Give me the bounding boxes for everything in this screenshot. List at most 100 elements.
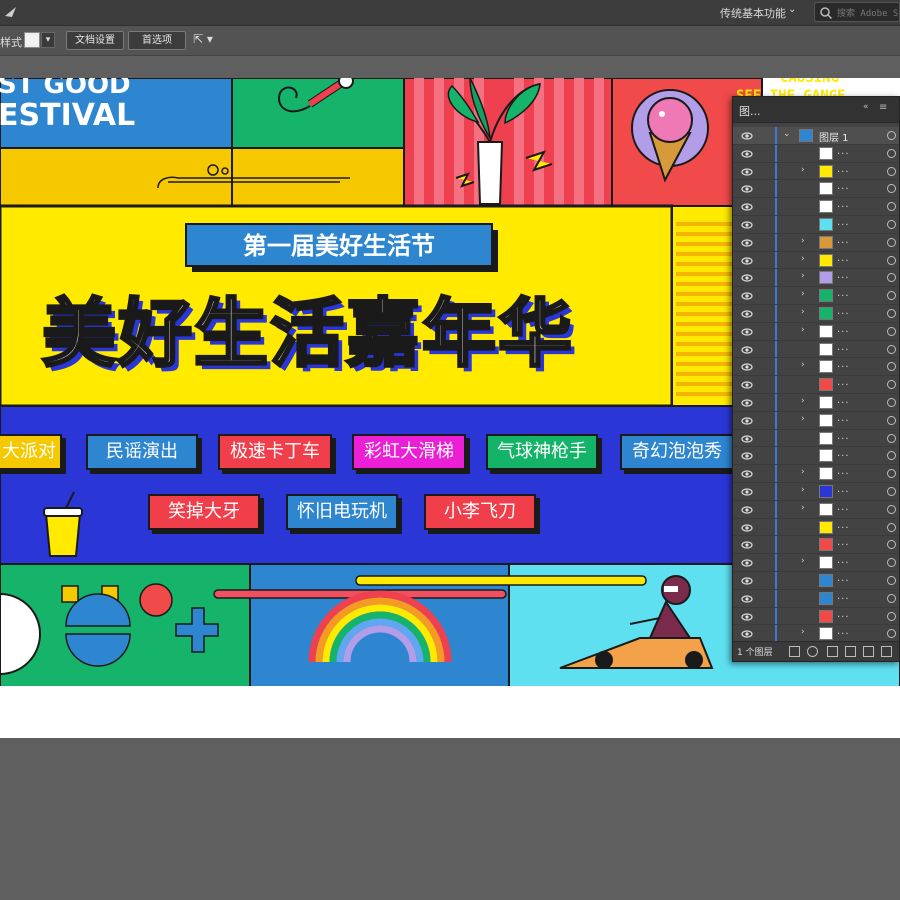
layer-name-truncated[interactable]: ... xyxy=(837,217,850,228)
chevron-right-icon[interactable]: › xyxy=(801,485,805,495)
layer-row[interactable]: ›... xyxy=(733,393,899,412)
layer-name-truncated[interactable]: ... xyxy=(837,288,850,299)
eye-icon[interactable] xyxy=(741,183,753,195)
chevron-right-icon[interactable]: › xyxy=(801,396,805,406)
layer-row[interactable]: ... xyxy=(733,429,899,448)
collapse-icon[interactable]: « xyxy=(863,102,869,112)
target-icon[interactable] xyxy=(887,522,896,532)
eye-icon[interactable] xyxy=(741,468,753,480)
layer-name-truncated[interactable]: ... xyxy=(837,555,850,566)
eye-icon[interactable] xyxy=(741,308,753,320)
search-input[interactable]: 搜索 Adobe Stock xyxy=(814,2,900,22)
layer-row[interactable]: ›... xyxy=(733,554,899,572)
target-icon[interactable] xyxy=(887,344,896,354)
layer-name-truncated[interactable]: ... xyxy=(837,235,850,246)
layer-name-truncated[interactable]: ... xyxy=(837,484,850,495)
eye-icon[interactable] xyxy=(741,522,753,534)
eye-icon[interactable] xyxy=(741,219,753,231)
target-icon[interactable] xyxy=(887,380,896,390)
eye-icon[interactable] xyxy=(741,397,753,409)
eye-icon[interactable] xyxy=(741,628,753,640)
layer-name-truncated[interactable]: ... xyxy=(837,164,850,175)
trash-icon[interactable] xyxy=(881,646,892,657)
layer-row[interactable]: ›... xyxy=(733,269,899,288)
target-icon[interactable] xyxy=(887,629,896,639)
layer-row[interactable]: ... xyxy=(733,376,899,394)
eye-icon[interactable] xyxy=(741,290,753,302)
workspace-switcher[interactable]: 传统基本功能 xyxy=(720,5,786,21)
chevron-right-icon[interactable]: › xyxy=(801,360,805,370)
eye-icon[interactable] xyxy=(741,433,753,445)
layer-row[interactable]: ›... xyxy=(733,162,899,181)
target-icon[interactable] xyxy=(887,202,896,212)
chevron-right-icon[interactable]: › xyxy=(801,503,805,513)
layer-name-truncated[interactable]: ... xyxy=(837,342,850,353)
target-icon[interactable] xyxy=(887,451,896,461)
target-icon[interactable] xyxy=(887,131,896,140)
layer-name-truncated[interactable]: ... xyxy=(837,626,850,637)
chevron-right-icon[interactable]: › xyxy=(801,289,805,299)
layers-panel[interactable]: 图... « ≡ ⌄ 图层 1 ... ›............ ›... ›...… xyxy=(732,96,900,662)
eye-icon[interactable] xyxy=(741,201,753,213)
target-icon[interactable] xyxy=(887,504,896,514)
layer-name-truncated[interactable]: ... xyxy=(837,324,850,335)
target-icon[interactable] xyxy=(887,184,896,194)
eye-icon[interactable] xyxy=(741,486,753,498)
eye-icon[interactable] xyxy=(741,148,753,160)
layer-name-truncated[interactable]: ... xyxy=(837,270,850,281)
layer-name[interactable]: 图层 1 xyxy=(819,129,849,144)
layer-row[interactable]: ... xyxy=(733,215,899,234)
layer-row[interactable]: ... xyxy=(733,589,899,608)
layer-row[interactable]: ›... xyxy=(733,304,899,323)
chevron-right-icon[interactable]: › xyxy=(801,556,805,566)
eye-icon[interactable] xyxy=(741,344,753,356)
eye-icon[interactable] xyxy=(741,326,753,338)
eye-icon[interactable] xyxy=(741,593,753,605)
layer-name-truncated[interactable]: ... xyxy=(837,609,850,620)
eye-icon[interactable] xyxy=(741,504,753,516)
layer-row[interactable]: ... xyxy=(733,198,899,216)
eye-icon[interactable] xyxy=(741,575,753,587)
new-layer-icon[interactable] xyxy=(863,646,874,657)
eye-icon[interactable] xyxy=(741,272,753,284)
layer-row[interactable]: ›... xyxy=(733,500,899,519)
target-icon[interactable] xyxy=(887,558,896,568)
layer-row[interactable]: ›... xyxy=(733,233,899,252)
layer-row[interactable]: ... xyxy=(733,144,899,163)
eye-icon[interactable] xyxy=(741,450,753,462)
chevron-down-icon[interactable]: ⌄ xyxy=(788,4,796,15)
eye-icon[interactable] xyxy=(741,166,753,178)
target-icon[interactable] xyxy=(887,433,896,443)
target-icon[interactable] xyxy=(887,415,896,425)
chevron-right-icon[interactable]: › xyxy=(801,414,805,424)
target-icon[interactable] xyxy=(887,308,896,318)
layer-name-truncated[interactable]: ... xyxy=(837,395,850,406)
target-icon[interactable] xyxy=(887,540,896,550)
layer-name-truncated[interactable]: ... xyxy=(837,253,850,264)
layer-row[interactable]: ›... xyxy=(733,251,899,270)
layer-name-truncated[interactable]: ... xyxy=(837,591,850,602)
target-icon[interactable] xyxy=(887,593,896,603)
target-icon[interactable] xyxy=(887,255,896,265)
eye-icon[interactable] xyxy=(741,255,753,267)
chevron-right-icon[interactable]: › xyxy=(801,236,805,246)
chevron-down-icon[interactable]: ⌄ xyxy=(783,129,791,139)
target-icon[interactable] xyxy=(887,611,896,621)
target-icon[interactable] xyxy=(887,148,896,158)
target-icon[interactable] xyxy=(887,575,896,585)
layer-row[interactable]: ›... xyxy=(733,322,899,341)
export-icon[interactable] xyxy=(789,646,800,657)
layer-row[interactable]: ... xyxy=(733,536,899,555)
target-icon[interactable] xyxy=(887,166,896,176)
layer-list[interactable]: ⌄ 图层 1 ... ›............ ›... ›... ›... ›... ›… xyxy=(733,127,899,661)
layer-name-truncated[interactable]: ... xyxy=(837,573,850,584)
style-swatch[interactable] xyxy=(24,32,40,48)
layer-row[interactable]: ... xyxy=(733,180,899,199)
chevron-right-icon[interactable]: › xyxy=(801,307,805,317)
chevron-right-icon[interactable]: › xyxy=(801,627,805,637)
chevron-right-icon[interactable]: › xyxy=(801,254,805,264)
tab-layers[interactable]: 图... xyxy=(739,103,761,119)
layer-name-truncated[interactable]: ... xyxy=(837,359,850,370)
target-icon[interactable] xyxy=(887,362,896,372)
chevron-right-icon[interactable]: › xyxy=(801,325,805,335)
